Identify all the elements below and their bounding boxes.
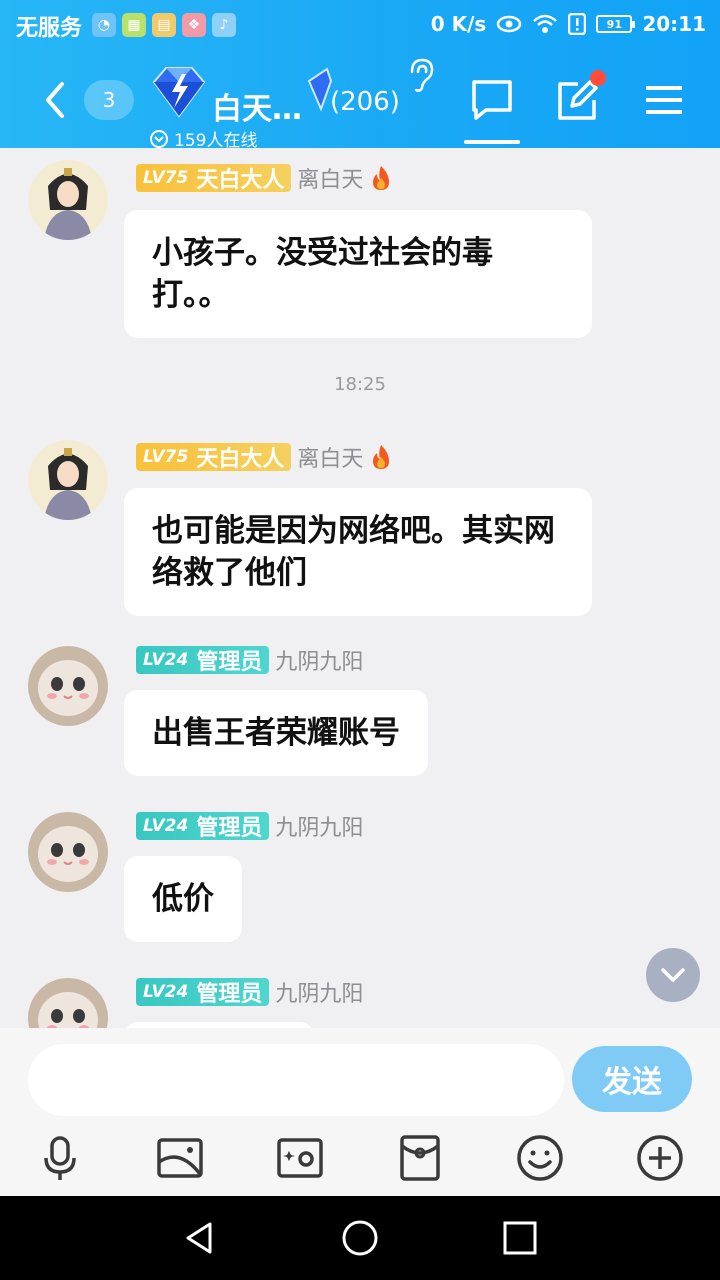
level-badge: LV24 管理员 xyxy=(136,646,270,675)
chevron-down-icon xyxy=(661,968,685,982)
eye-icon xyxy=(497,15,522,33)
recents-square-icon[interactable] xyxy=(500,1218,540,1258)
app-notification-icon: ▦ xyxy=(122,13,146,37)
level-badge: LV75 天白大人 xyxy=(136,443,292,472)
back-triangle-icon[interactable] xyxy=(180,1218,220,1258)
message-bubble[interactable]: 小孩子。没受过社会的毒打。。 xyxy=(124,210,592,338)
crystal-icon xyxy=(307,67,333,111)
plus-icon[interactable] xyxy=(636,1134,684,1182)
sender-nickname[interactable]: 九阴九阳 xyxy=(275,644,363,676)
music-icon: ♪ xyxy=(212,13,236,37)
header-bar: 无服务 ◔ ▦ ▤ ❖ ♪ 0 K/s 91 20:11 3 白天… (206) xyxy=(0,0,720,151)
diamond-icon xyxy=(152,67,206,118)
scroll-to-bottom-button[interactable] xyxy=(646,948,700,1002)
message-meta: LV24 管理员 九阴九阳 xyxy=(136,976,363,1008)
member-title: 管理员 xyxy=(196,650,263,675)
system-navigation-bar xyxy=(0,1196,720,1280)
timestamp-divider: 18:25 xyxy=(334,374,386,395)
sender-nickname[interactable]: 九阴九阳 xyxy=(275,810,363,842)
chat-bubble-icon[interactable] xyxy=(470,78,514,122)
chat-message-list[interactable]: LV75 天白大人 离白天 小孩子。没受过社会的毒打。。 18:25 LV75 天白… xyxy=(0,148,720,1028)
avatar[interactable] xyxy=(28,440,108,520)
message-meta: LV24 管理员 九阴九阳 xyxy=(136,810,363,842)
unread-count: 3 xyxy=(102,88,116,112)
home-circle-icon[interactable] xyxy=(340,1218,380,1258)
ear-icon[interactable] xyxy=(404,58,434,92)
sender-nickname[interactable]: 离白天 xyxy=(297,441,363,473)
chevron-down-icon xyxy=(150,129,168,148)
status-right: 0 K/s 91 20:11 xyxy=(431,12,706,36)
composer-toolbar xyxy=(0,1128,720,1188)
message-meta: LV24 管理员 九阴九阳 xyxy=(136,644,363,676)
member-title: 管理员 xyxy=(196,816,263,841)
member-title: 天白大人 xyxy=(196,168,285,193)
avatar[interactable] xyxy=(28,812,108,892)
level-text: LV24 xyxy=(143,650,189,670)
avatar[interactable] xyxy=(28,160,108,240)
message-meta: LV75 天白大人 离白天 xyxy=(136,162,393,194)
message-input[interactable] xyxy=(28,1044,564,1116)
sender-nickname[interactable]: 九阴九阳 xyxy=(275,976,363,1008)
sender-nickname[interactable]: 离白天 xyxy=(297,162,363,194)
app-notification-icon: ▤ xyxy=(152,13,176,37)
composer: 发送 xyxy=(0,1028,720,1196)
emoji-icon[interactable] xyxy=(516,1134,564,1182)
carrier-text: 无服务 xyxy=(16,16,83,41)
alert-icon xyxy=(568,13,587,35)
avatar[interactable] xyxy=(28,978,108,1028)
battery-level: 91 xyxy=(606,17,622,31)
network-speed: 0 K/s xyxy=(430,12,487,36)
app-notification-icon: ◔ xyxy=(92,13,116,37)
level-text: LV24 xyxy=(143,982,189,1002)
app-notification-icon: ❖ xyxy=(182,13,206,37)
level-badge: LV75 天白大人 xyxy=(136,164,292,193)
notification-icons: ◔ ▦ ▤ ❖ ♪ xyxy=(92,13,236,37)
fire-icon xyxy=(373,445,390,469)
level-text: LV75 xyxy=(143,168,189,188)
notification-dot xyxy=(590,70,606,86)
unread-count-badge[interactable]: 3 xyxy=(84,80,134,120)
member-title: 管理员 xyxy=(196,982,263,1007)
level-text: LV24 xyxy=(143,816,189,836)
avatar[interactable] xyxy=(28,646,108,726)
group-nav: 3 白天… (206) 159人在线 xyxy=(0,50,720,151)
message-meta: LV75 天白大人 离白天 xyxy=(136,441,393,473)
message-bubble[interactable]: 出售王者荣耀账号 xyxy=(124,690,428,776)
clock: 20:11 xyxy=(642,12,706,36)
battery-icon: 91 xyxy=(596,15,636,33)
message-bubble[interactable]: 也可能是因为网络吧。其实网络救了他们 xyxy=(124,488,592,616)
camera-icon[interactable] xyxy=(276,1134,324,1182)
wifi-icon xyxy=(533,14,558,33)
status-bar: 无服务 ◔ ▦ ▤ ❖ ♪ 0 K/s 91 20:11 xyxy=(0,0,720,50)
back-arrow-icon[interactable] xyxy=(40,80,70,120)
fire-icon xyxy=(373,166,390,190)
level-badge: LV24 管理员 xyxy=(136,978,270,1007)
level-text: LV75 xyxy=(143,447,189,467)
menu-icon[interactable] xyxy=(642,78,686,122)
level-badge: LV24 管理员 xyxy=(136,812,270,841)
microphone-icon[interactable] xyxy=(36,1134,84,1182)
member-count[interactable]: (206) xyxy=(330,87,400,117)
image-icon[interactable] xyxy=(156,1134,204,1182)
active-tab-indicator xyxy=(464,140,520,144)
send-button[interactable]: 发送 xyxy=(572,1046,692,1112)
member-title: 天白大人 xyxy=(196,447,285,472)
red-packet-icon[interactable] xyxy=(396,1134,444,1182)
group-name[interactable]: 白天… xyxy=(212,84,302,128)
message-bubble[interactable]: 低价 xyxy=(124,856,242,942)
